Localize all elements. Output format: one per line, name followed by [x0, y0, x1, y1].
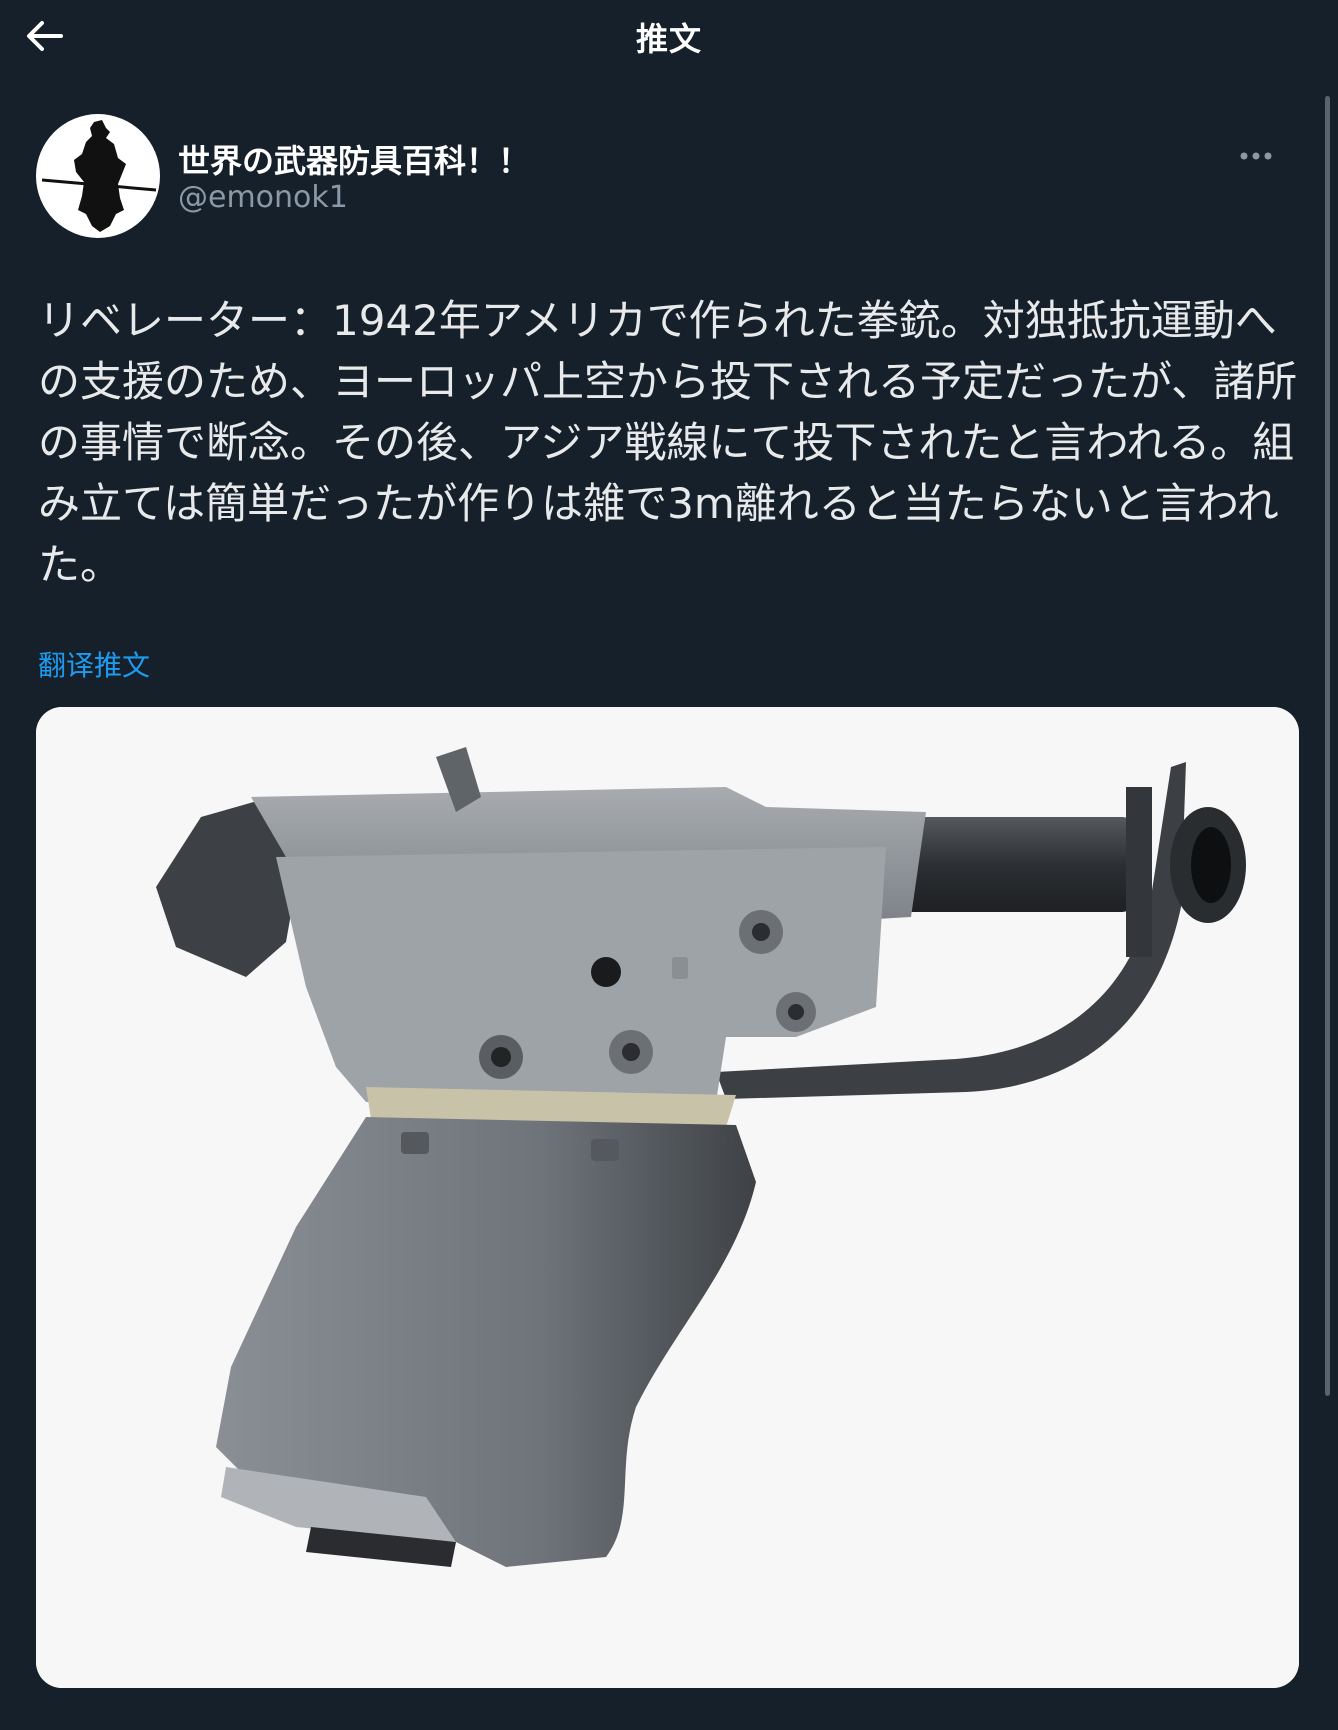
- tweet-text: リベレーター：1942年アメリカで作られた拳銃。対独抵抗運動への支援のため、ヨー…: [38, 296, 1298, 589]
- more-options-icon: [1240, 152, 1272, 160]
- pistol-photo: [36, 707, 1299, 1688]
- display-name[interactable]: 世界の武器防具百科！！: [178, 136, 530, 182]
- more-options-button[interactable]: [1232, 142, 1280, 170]
- page-title: 推文: [635, 20, 702, 58]
- translate-tweet-link[interactable]: 翻译推文: [38, 644, 150, 684]
- tweet-image[interactable]: [36, 707, 1299, 1688]
- samurai-silhouette-icon: [41, 120, 157, 232]
- top-navigation-bar: 推文: [0, 0, 1338, 72]
- user-handle[interactable]: @emonok1: [178, 180, 348, 215]
- scrollbar[interactable]: [1325, 96, 1330, 1396]
- avatar[interactable]: [36, 114, 160, 238]
